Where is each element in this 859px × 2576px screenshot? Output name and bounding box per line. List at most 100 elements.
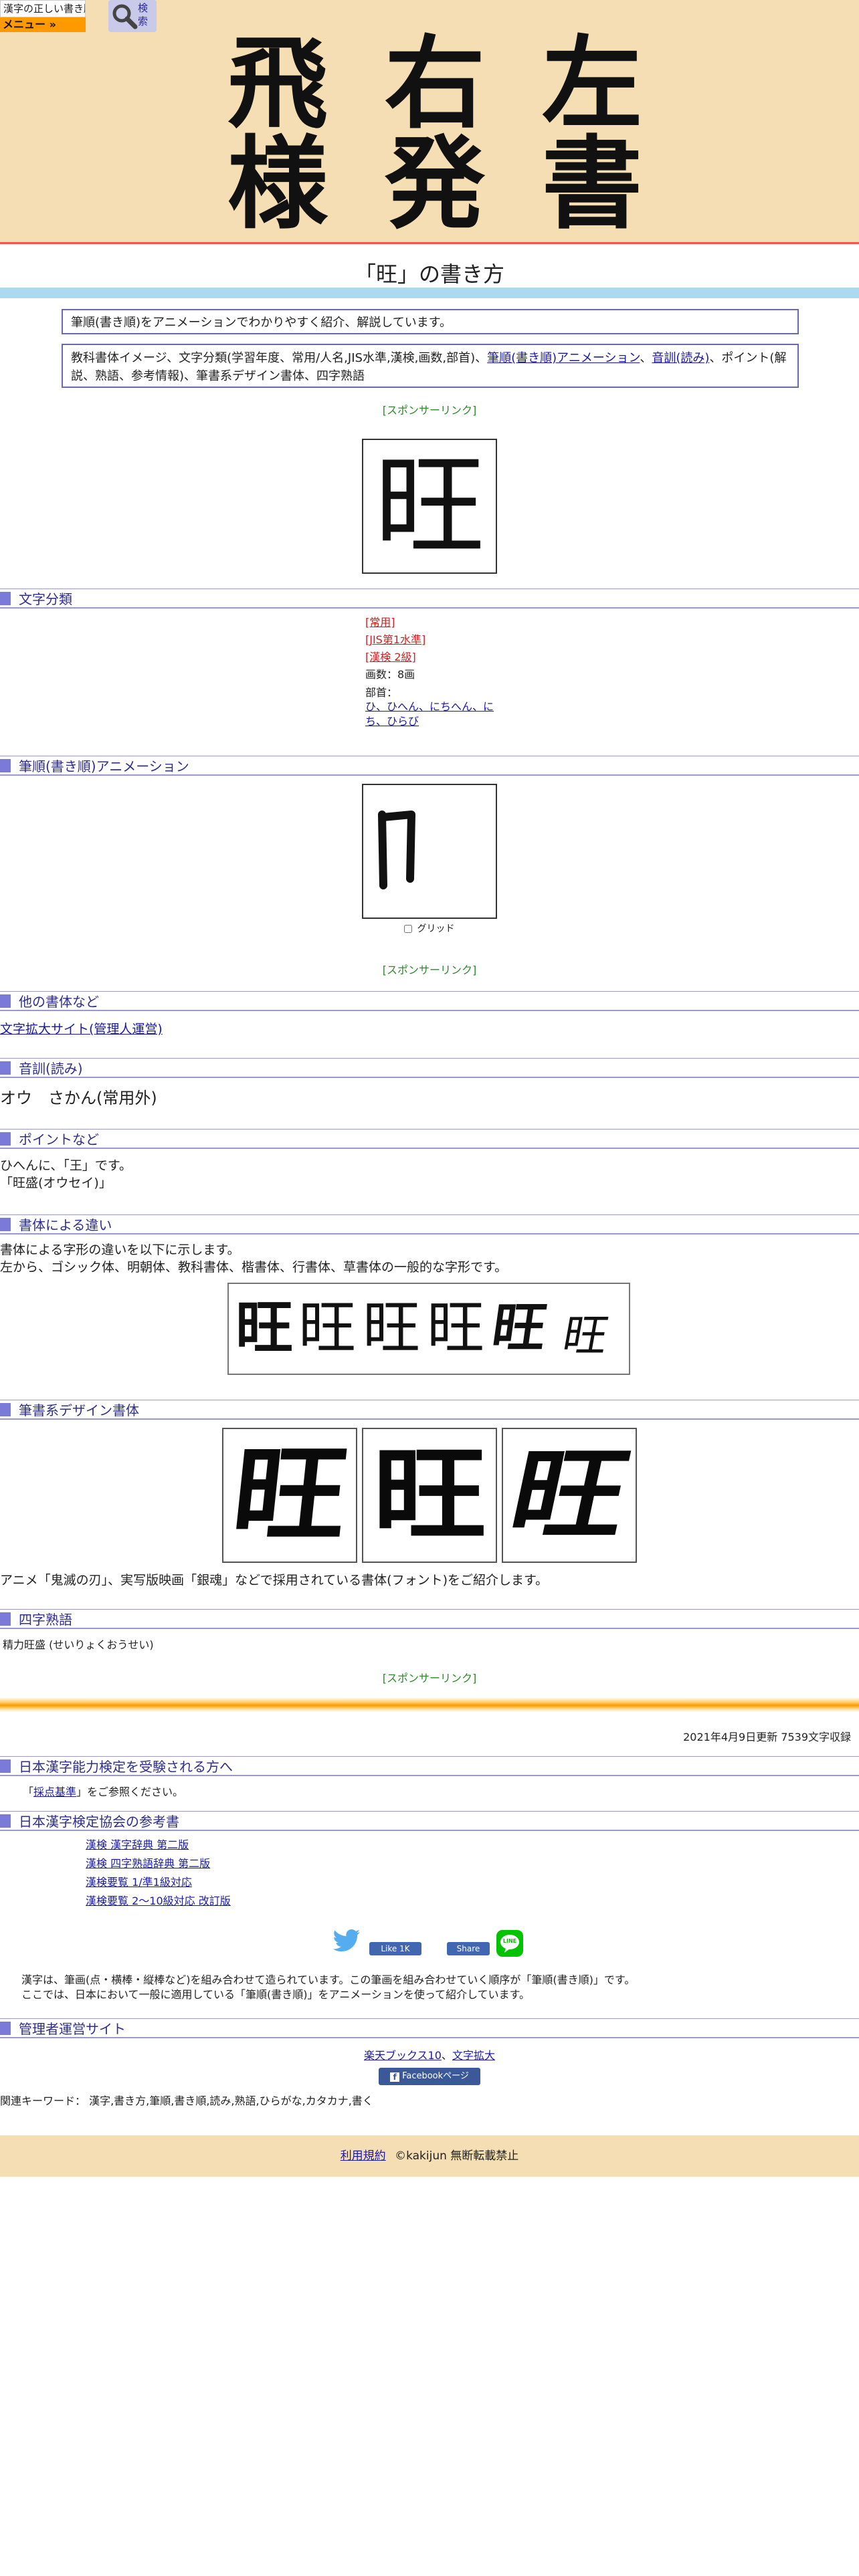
design-note: アニメ「鬼滅の刃」、実写版映画「銀魂」などで採用されている書体(フォント)をご紹… bbox=[0, 1573, 549, 1588]
menu-button[interactable]: メニュー » bbox=[0, 17, 86, 32]
facebook-like-button[interactable]: Like 1K bbox=[369, 1942, 421, 1955]
site-logo[interactable]: 飛 右 左 様 発 書 bbox=[227, 33, 642, 234]
kanken-link[interactable]: [漢検 2級] bbox=[365, 651, 416, 663]
logo-char: 書 bbox=[541, 125, 642, 243]
stroke-anim-link[interactable]: 筆順(書き順)アニメーション bbox=[487, 351, 640, 365]
line-label: LINE bbox=[502, 1938, 517, 1944]
search-button[interactable]: 検索 bbox=[108, 0, 157, 32]
twitter-icon bbox=[332, 1929, 360, 1952]
facebook-page-button[interactable]: f Facebookページ bbox=[379, 2068, 480, 2085]
logo-char: 飛 bbox=[227, 25, 328, 142]
intro-text: 筆順(書き順)をアニメーションでわかりやすく紹介、解説しています。 bbox=[71, 316, 452, 330]
header-divider bbox=[0, 242, 859, 244]
stroke-animation-canvas[interactable] bbox=[362, 784, 497, 919]
admin-links-separator: 、 bbox=[441, 2049, 452, 2062]
section-points: ポイントなど bbox=[0, 1129, 859, 1149]
section-marker bbox=[0, 1403, 11, 1416]
section-marker bbox=[0, 592, 11, 605]
radical-link-cont[interactable]: ち、ひらび bbox=[365, 715, 419, 728]
kakudai-link[interactable]: 文字拡大 bbox=[452, 2049, 495, 2062]
other-fonts-link[interactable]: 文字拡大サイト(管理人運営) bbox=[0, 1019, 163, 1037]
facebook-share-button[interactable]: Share bbox=[447, 1942, 490, 1955]
font-comparison-image: 旺 旺 旺 旺 旺 旺 bbox=[227, 1283, 630, 1375]
section-marker bbox=[0, 1612, 11, 1626]
section-marker bbox=[0, 2022, 11, 2035]
section-admin: 管理者運営サイト bbox=[0, 2018, 859, 2038]
facebook-share-label: Share bbox=[456, 1944, 480, 1953]
book-link[interactable]: 漢検 四字熟語辞典 第二版 bbox=[86, 1857, 210, 1870]
terms-link[interactable]: 利用規約 bbox=[341, 2149, 386, 2163]
title-underline-bar bbox=[0, 288, 859, 298]
joyo-link[interactable]: [常用] bbox=[365, 616, 395, 629]
kanji-glyph: 旺 bbox=[374, 442, 485, 570]
design-font-image: 旺 bbox=[222, 1428, 357, 1563]
points-text: ひへんに、「王」です。 「旺盛(オウセイ)」 bbox=[0, 1157, 132, 1192]
reading-text: オウ さかん(常用外) bbox=[0, 1089, 157, 1107]
site-description: 漢字は、筆画(点・横棒・縦棒など)を組み合わせて造られています。この筆画を組み合… bbox=[21, 1973, 635, 2002]
search-icon bbox=[112, 4, 138, 29]
grid-toggle[interactable]: グリッド bbox=[404, 922, 454, 935]
section-title: 日本漢字能力検定を受験される方へ bbox=[19, 1759, 233, 1775]
section-marker bbox=[0, 994, 11, 1008]
section-title: 書体による違い bbox=[19, 1217, 112, 1233]
site-header: 漢字の正しい書き順(筆順) メニュー » 検索 飛 右 左 様 発 書 bbox=[0, 0, 859, 244]
sponsor-link[interactable]: [スポンサーリンク] bbox=[0, 961, 859, 977]
reading-link[interactable]: 音訓(読み) bbox=[652, 351, 709, 365]
stroke-count: 画数：8画 bbox=[365, 668, 415, 681]
copyright: ©kakijun 無断転載禁止 bbox=[395, 2149, 519, 2163]
section-marker bbox=[0, 759, 11, 772]
intro-box: 筆順(書き順)をアニメーションでわかりやすく紹介、解説しています。 bbox=[62, 309, 799, 334]
section-other-fonts: 他の書体など bbox=[0, 991, 859, 1011]
sponsor-link[interactable]: [スポンサーリンク] bbox=[0, 401, 859, 417]
book-link[interactable]: 漢検要覧 2～10級対応 改訂版 bbox=[86, 1895, 231, 1907]
orange-divider bbox=[0, 1697, 859, 1712]
admin-links: 楽天ブックス10、文字拡大 bbox=[0, 2046, 859, 2062]
glyph-sosho: 旺 bbox=[559, 1310, 612, 1362]
sponsor-link[interactable]: [スポンサーリンク] bbox=[0, 1669, 859, 1685]
glyph-kaisho: 旺 bbox=[427, 1295, 484, 1362]
book-link[interactable]: 漢検要覧 1/準1級対応 bbox=[86, 1876, 192, 1889]
points-line: ひへんに、「王」です。 bbox=[0, 1158, 132, 1173]
kentei-prefix: 「 bbox=[23, 1786, 34, 1798]
section-classification: 文字分類 bbox=[0, 588, 859, 609]
section-title: 筆書系デザイン書体 bbox=[19, 1402, 139, 1418]
jis-link[interactable]: [JIS第1水準] bbox=[365, 633, 425, 646]
contents-separator: 、 bbox=[640, 351, 652, 365]
design-glyph: 旺 bbox=[372, 1435, 486, 1555]
section-title: 日本漢字検定協会の参考書 bbox=[19, 1814, 179, 1830]
glyph-kyokasho: 旺 bbox=[363, 1295, 420, 1362]
section-kyokai: 日本漢字検定協会の参考書 bbox=[0, 1811, 859, 1831]
contents-box: 教科書体イメージ、文字分類(学習年度、常用/人名,JIS水準,漢検,画数,部首)… bbox=[62, 344, 799, 388]
section-design-font: 筆書系デザイン書体 bbox=[0, 1400, 859, 1420]
line-button[interactable]: LINE bbox=[496, 1930, 523, 1957]
section-marker bbox=[0, 1759, 11, 1773]
glyph-mincho: 旺 bbox=[298, 1295, 356, 1362]
section-marker bbox=[0, 1218, 11, 1231]
radical-link[interactable]: ひ、ひへん、にちへん、に bbox=[365, 700, 494, 713]
yoji-text: 精力旺盛 (せいりょくおうせい) bbox=[3, 1638, 154, 1651]
glyph-gothic: 旺 bbox=[235, 1295, 293, 1362]
logo-char: 左 bbox=[541, 25, 642, 142]
radical-label: 部首： bbox=[365, 686, 398, 699]
book-link[interactable]: 漢検 漢字辞典 第二版 bbox=[86, 1838, 189, 1851]
site-footer: 利用規約 ©kakijun 無断転載禁止 bbox=[0, 2135, 859, 2177]
page-title: 「旺」の書き方 bbox=[354, 261, 504, 287]
section-font-diff: 書体による違い bbox=[0, 1214, 859, 1235]
points-line: 「旺盛(オウセイ)」 bbox=[0, 1176, 112, 1190]
design-font-image: 旺 bbox=[362, 1428, 497, 1563]
design-font-image: 旺 bbox=[502, 1428, 637, 1563]
scoring-criteria-link[interactable]: 採点基準 bbox=[33, 1786, 76, 1798]
search-label: 検索 bbox=[138, 2, 149, 27]
font-diff-line: 書体による字形の違いを以下に示します。 bbox=[0, 1243, 240, 1257]
grid-checkbox[interactable] bbox=[404, 925, 412, 933]
description-line: ここでは、日本において一般に適用している「筆順(書き順)」をアニメーションを使っ… bbox=[21, 1988, 531, 2001]
stroke-drawing bbox=[378, 811, 415, 889]
rakuten-books-link[interactable]: 楽天ブックス10 bbox=[364, 2049, 442, 2062]
section-stroke-animation: 筆順(書き順)アニメーション bbox=[0, 756, 859, 776]
contents-text: 教科書体イメージ、文字分類(学習年度、常用/人名,JIS水準,漢検,画数,部首)… bbox=[71, 351, 488, 365]
section-title: 音訓(読み) bbox=[19, 1061, 83, 1077]
site-logo-mini[interactable]: 漢字の正しい書き順(筆順) bbox=[0, 0, 86, 17]
classification-list: [常用] [JIS第1水準] [漢検 2級] 画数：8画 部首： ひ、ひへん、に… bbox=[365, 614, 494, 729]
glyph-gyosho: 旺 bbox=[488, 1297, 551, 1359]
twitter-button[interactable] bbox=[332, 1929, 361, 1953]
